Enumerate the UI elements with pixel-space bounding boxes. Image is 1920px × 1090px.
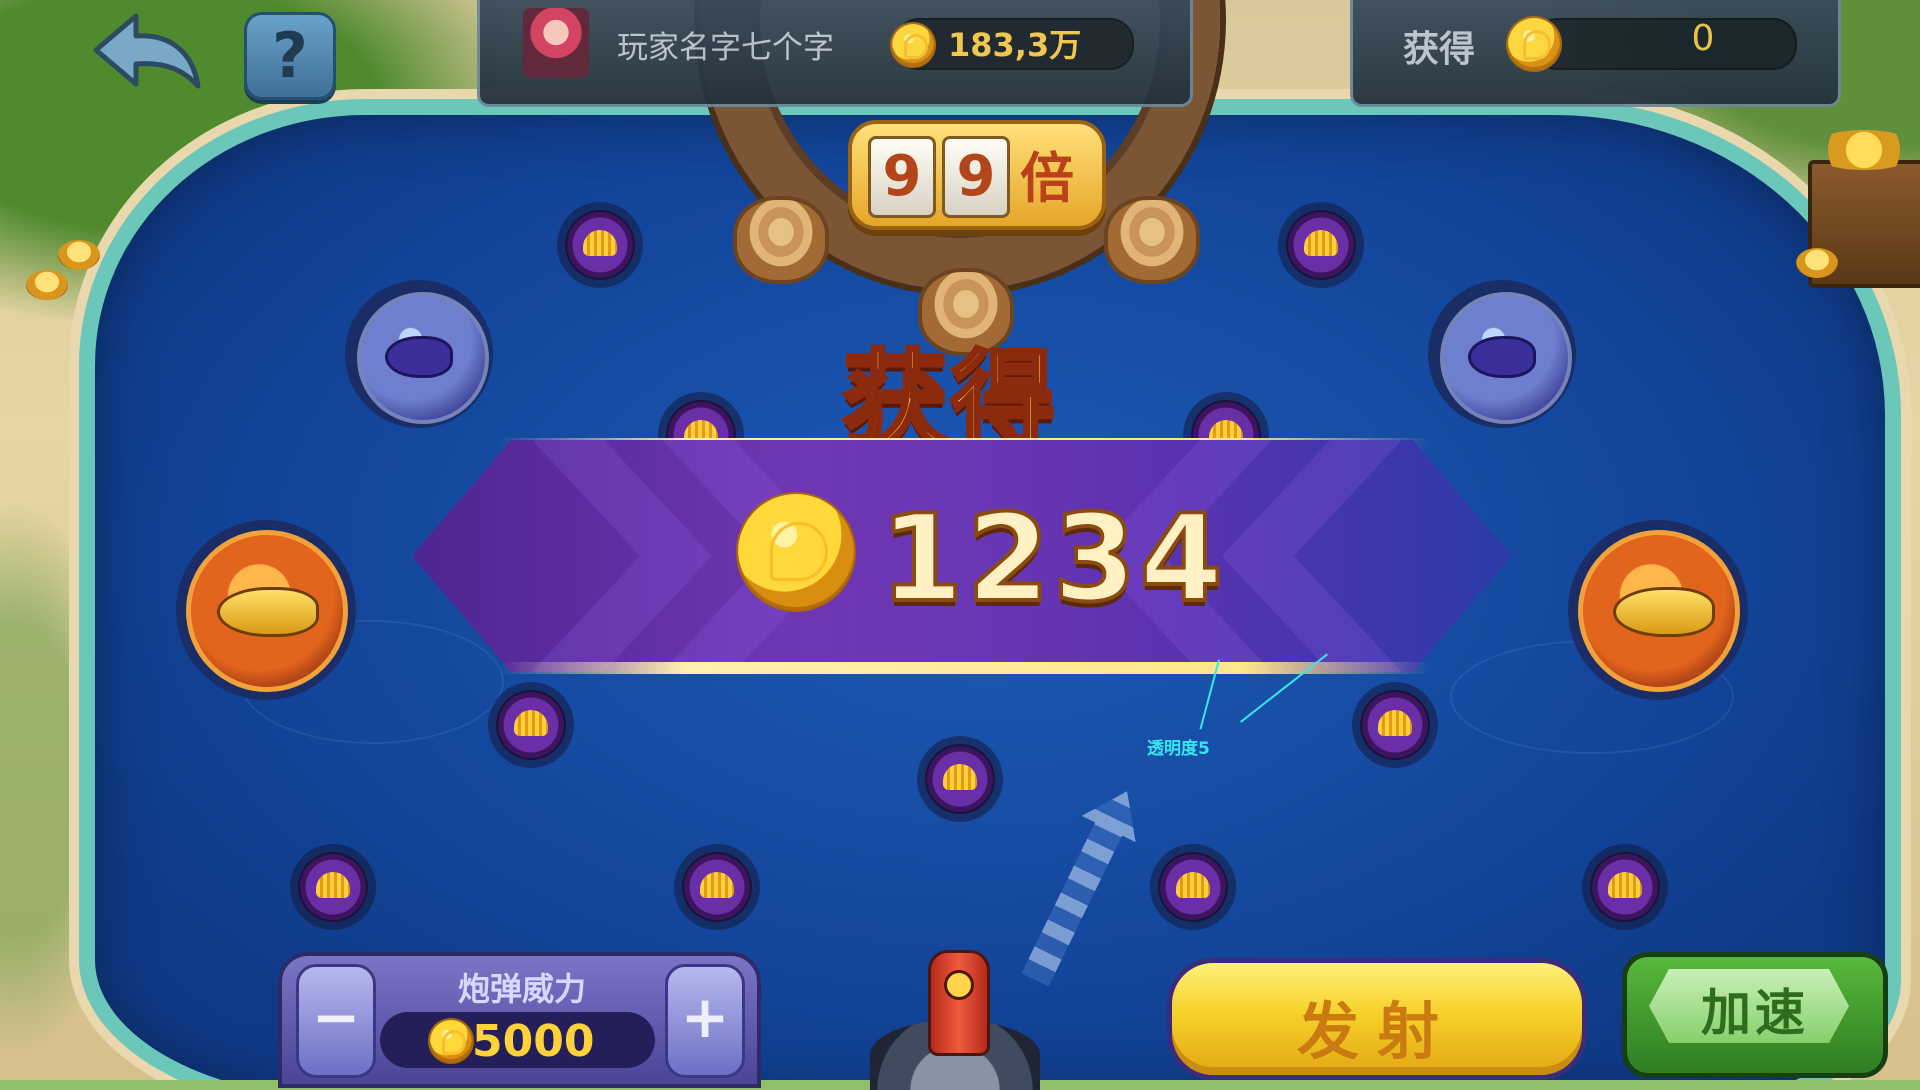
cannon[interactable] [870, 950, 1040, 1090]
gold-coin-icon [1508, 18, 1560, 70]
coin-pile [26, 270, 68, 300]
decrease-power-button[interactable]: − [296, 964, 376, 1078]
tree-stump [1104, 196, 1200, 284]
cannon-power-value: 5000 [472, 1016, 595, 1067]
player-info-panel: 玩家名字七个字 183,3万 [477, 0, 1193, 107]
earned-value: 0 [1691, 18, 1715, 59]
earned-label: 获得 [1403, 29, 1476, 70]
banner-chevron [1222, 440, 1402, 672]
golden-fish-ball[interactable] [1578, 530, 1740, 692]
tree-stump [733, 196, 829, 284]
cannon-eye-icon [944, 970, 974, 1000]
increase-power-button[interactable]: + [665, 964, 745, 1078]
purple-fish-ball[interactable] [1440, 292, 1572, 424]
shell-tile[interactable] [496, 690, 566, 760]
golden-fish-ball[interactable] [186, 530, 348, 692]
shell-tile[interactable] [1286, 210, 1356, 280]
back-arrow-icon [93, 13, 201, 89]
shell-tile[interactable] [565, 210, 635, 280]
banner-bottom-border [500, 662, 1430, 674]
annotation-text: 透明度5 [1147, 739, 1210, 759]
shell-tile[interactable] [1158, 852, 1228, 922]
golden-fish-icon [1613, 587, 1715, 637]
help-button[interactable]: ? [244, 12, 336, 100]
speed-button-label: 加速 [1701, 984, 1809, 1042]
multiplier-digit: 9 [868, 136, 936, 218]
earned-panel: 获得 0 [1350, 0, 1841, 107]
golden-fish-icon [217, 587, 319, 637]
gold-coin-icon [738, 494, 854, 610]
coin-pile [1796, 248, 1838, 278]
player-name: 玩家名字七个字 [617, 30, 834, 66]
cannon-power-label: 炮弹威力 [457, 970, 586, 1008]
multiplier-display: 9 9 倍 [848, 120, 1106, 230]
banner-chevron [532, 440, 712, 672]
coin-pile [58, 240, 100, 270]
purple-fish-icon [385, 336, 453, 378]
speed-up-button[interactable]: 加速 [1622, 952, 1888, 1078]
reward-amount: 1234 [878, 488, 1226, 631]
shell-tile[interactable] [298, 852, 368, 922]
player-balance: 183,3万 [948, 26, 1082, 64]
fire-button[interactable]: 发射 [1167, 958, 1587, 1080]
gold-coin-icon [430, 1020, 472, 1062]
shell-tile[interactable] [1590, 852, 1660, 922]
fire-button-label: 发射 [1296, 995, 1457, 1068]
cannon-turret [928, 950, 990, 1056]
shell-tile[interactable] [682, 852, 752, 922]
shell-tile[interactable] [925, 744, 995, 814]
gold-coin-icon [892, 24, 934, 66]
shell-tile[interactable] [1360, 690, 1430, 760]
multiplier-digit: 9 [942, 136, 1010, 218]
cannon-power-panel: − 炮弹威力 5000 + [278, 952, 761, 1088]
purple-fish-icon [1468, 336, 1536, 378]
multiplier-unit: 倍 [1020, 147, 1074, 210]
purple-fish-ball[interactable] [357, 292, 489, 424]
back-button[interactable] [88, 10, 206, 102]
avatar [523, 8, 589, 78]
